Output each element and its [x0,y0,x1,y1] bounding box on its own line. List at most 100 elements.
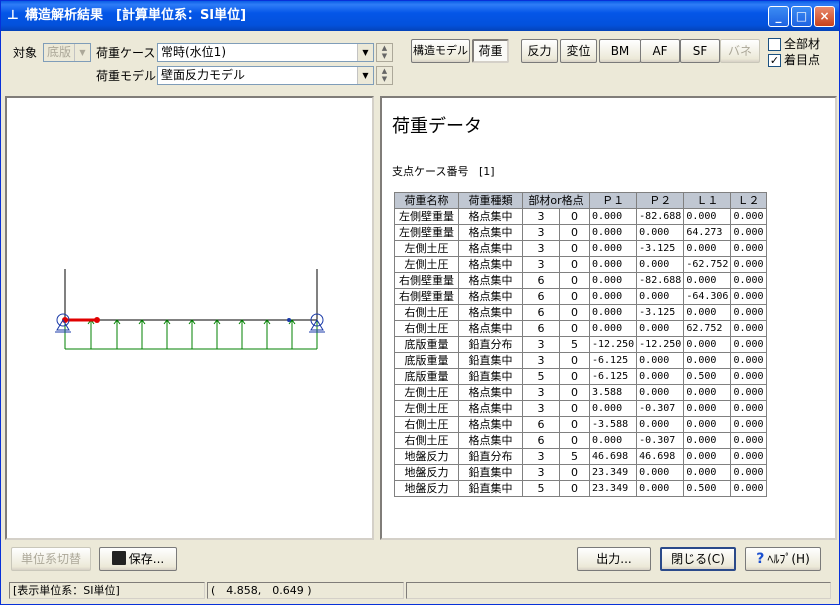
load-model-value: 壁面反力モデル [161,68,246,82]
focus-point-checkbox[interactable]: ✓ [768,54,781,67]
table-cell: 左側土圧 [394,400,459,417]
reaction-button[interactable]: 反力 [521,39,558,63]
table-cell: -3.588 [588,416,638,433]
column-header: 荷重名称 [394,192,459,209]
table-cell: 0.000 [730,368,767,385]
table-cell: 0.000 [683,240,732,257]
main-window: ⊥ 構造解析結果 [計算単位系：SI単位] _ □ × 対象 底版 ▼ 荷重ケー… [0,0,840,605]
table-cell: 0.000 [730,352,767,369]
table-cell: 64.273 [683,224,732,241]
table-cell: 格点集中 [458,416,523,433]
af-button[interactable]: AF [640,39,680,63]
table-cell: 0 [559,240,590,257]
load-button[interactable]: 荷重 [472,39,509,63]
target-select[interactable]: 底版 ▼ [43,43,91,62]
table-cell: 0.000 [730,320,767,337]
spin-down-icon[interactable]: ▼ [377,52,392,60]
table-cell: 0.000 [730,272,767,289]
chevron-down-icon[interactable]: ▼ [74,44,90,61]
table-cell: 格点集中 [458,432,523,449]
table-cell: 3 [522,352,560,369]
sf-button[interactable]: SF [680,39,720,63]
spin-down-icon[interactable]: ▼ [377,75,392,83]
table-row: 右側土圧 格点集中 6 0 0.000 -0.307 0.000 0.000 [394,432,767,449]
load-case-value: 常時(水位1) [161,45,226,59]
load-data-pane[interactable]: 荷重データ 支点ケース番号 [1] 荷重名称 荷重種類 部材or格点 Ｐ１ Ｐ２… [380,96,837,540]
table-row: 底版重量 鉛直分布 3 5 -12.250 -12.250 0.000 0.000 [394,336,767,353]
unit-switch-button[interactable]: 単位系切替 [11,547,91,571]
table-cell: 0.000 [588,320,638,337]
close-button[interactable]: 閉じる(C) [660,547,736,571]
table-cell: 0.000 [588,432,638,449]
load-model-spinner[interactable]: ▲ ▼ [376,66,393,85]
table-cell: 0.000 [730,384,767,401]
table-cell: 0.000 [730,208,767,225]
table-cell: 右側土圧 [394,416,459,433]
table-cell: 格点集中 [458,288,523,305]
support-case-value: [1] [478,165,495,178]
table-cell: 左側土圧 [394,256,459,273]
table-cell: 地盤反力 [394,464,459,481]
table-row: 地盤反力 鉛直集中 3 0 23.349 0.000 0.000 0.000 [394,464,767,481]
table-cell: 0.000 [730,240,767,257]
target-select-value: 底版 [47,45,72,59]
table-cell: 3 [522,208,560,225]
structure-model-button[interactable]: 構造モデル [411,39,470,63]
load-diagram [55,269,325,350]
chevron-down-icon[interactable]: ▼ [357,67,373,84]
table-cell: 3 [522,384,560,401]
table-cell: 右側土圧 [394,320,459,337]
table-cell: 3 [522,256,560,273]
displacement-button[interactable]: 変位 [560,39,597,63]
table-cell: 格点集中 [458,240,523,257]
table-cell: 右側土圧 [394,432,459,449]
table-cell: 0.000 [683,416,732,433]
table-cell: 0.000 [588,400,638,417]
table-cell: -6.125 [588,368,638,385]
table-cell: 格点集中 [458,384,523,401]
table-cell: 46.698 [588,448,638,465]
spin-up-icon[interactable]: ▲ [377,44,392,52]
output-button[interactable]: 出力... [577,547,651,571]
close-window-button[interactable]: × [814,6,835,27]
table-cell: 鉛直分布 [458,336,523,353]
table-cell: 右側土圧 [394,304,459,321]
load-case-label: 荷重ケース [96,46,156,60]
table-cell: 0.000 [730,400,767,417]
maximize-button[interactable]: □ [791,6,812,27]
table-cell: 46.698 [636,448,685,465]
table-cell: 右側壁重量 [394,288,459,305]
table-row: 左側壁重量 格点集中 3 0 0.000 -82.688 0.000 0.000 [394,208,767,225]
table-cell: 6 [522,416,560,433]
chevron-down-icon[interactable]: ▼ [357,44,373,61]
bm-button[interactable]: BM [599,39,641,63]
checkmark-icon: ✓ [769,54,780,67]
table-cell: 3 [522,464,560,481]
table-row: 左側壁重量 格点集中 3 0 0.000 0.000 64.273 0.000 [394,224,767,241]
table-row: 左側土圧 格点集中 3 0 0.000 -0.307 0.000 0.000 [394,400,767,417]
minimize-button[interactable]: _ [768,6,789,27]
table-cell: -12.250 [588,336,638,353]
save-button[interactable]: 保存... [99,547,177,571]
spring-button[interactable]: バネ [720,39,760,63]
load-model-select[interactable]: 壁面反力モデル ▼ [157,66,374,85]
table-cell: 格点集中 [458,304,523,321]
target-label: 対象 [13,46,38,60]
load-case-select[interactable]: 常時(水位1) ▼ [157,43,374,62]
table-cell: 0.000 [636,288,685,305]
status-coordinates: ( 4.858, 0.649 ) [207,582,404,599]
table-cell: 右側壁重量 [394,272,459,289]
table-cell: 0.000 [730,480,767,497]
table-cell: 0.000 [636,384,685,401]
help-button[interactable]: ? ﾍﾙﾌﾟ(H) [745,547,821,571]
structure-diagram-pane[interactable] [5,96,374,540]
spin-up-icon[interactable]: ▲ [377,67,392,75]
table-cell: 格点集中 [458,320,523,337]
table-cell: 格点集中 [458,224,523,241]
table-cell: 5 [559,336,590,353]
all-members-checkbox[interactable] [768,38,781,51]
table-cell: 3 [522,240,560,257]
title-bar[interactable]: ⊥ 構造解析結果 [計算単位系：SI単位] _ □ × [1,1,839,31]
table-cell: -0.307 [636,432,685,449]
load-case-spinner[interactable]: ▲ ▼ [376,43,393,62]
